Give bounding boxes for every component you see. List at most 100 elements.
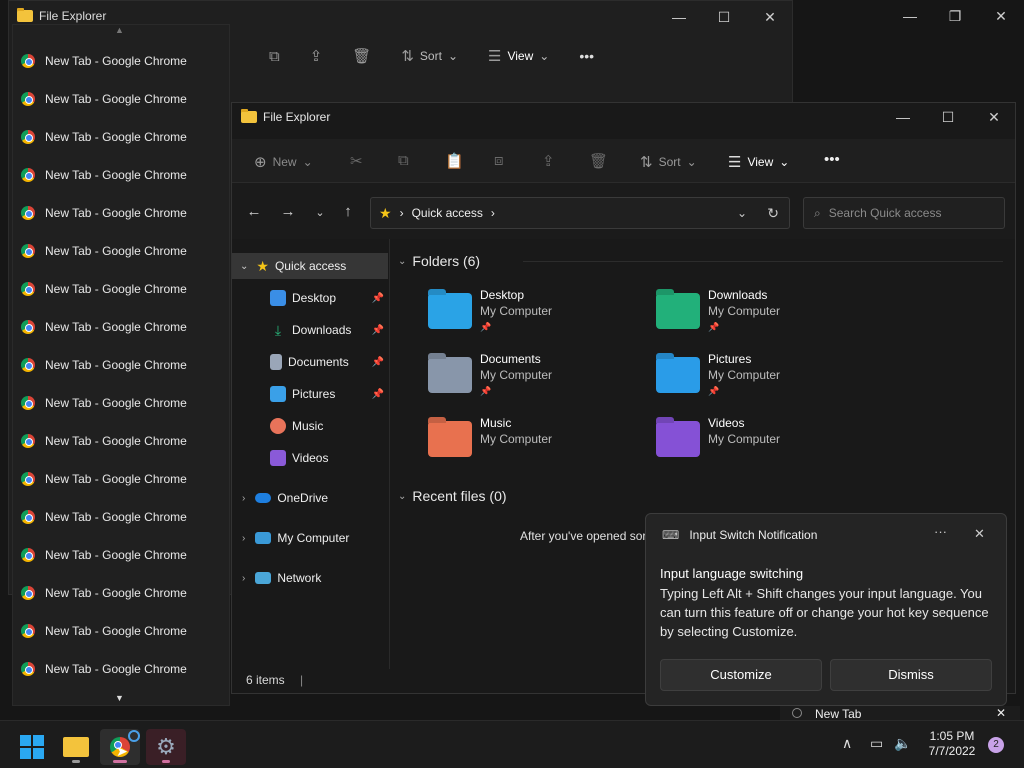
back-view-button[interactable]: ☰ View ⌄	[488, 47, 549, 65]
start-button[interactable]	[12, 729, 52, 765]
taskbar-chrome-button[interactable]: ➤	[100, 729, 140, 765]
chrome-window-item[interactable]: New Tab - Google Chrome	[21, 650, 187, 688]
back-arrow-icon[interactable]: ←	[244, 203, 264, 220]
paste-icon[interactable]: 📋	[445, 152, 464, 170]
chrome-icon	[21, 624, 35, 638]
taskbar-file-explorer-button[interactable]	[56, 729, 96, 765]
chrome-window-item[interactable]: New Tab - Google Chrome	[21, 498, 187, 536]
chrome-window-item[interactable]: New Tab - Google Chrome	[21, 574, 187, 612]
chrome-window-item[interactable]: New Tab - Google Chrome	[21, 460, 187, 498]
show-hidden-icons-icon[interactable]: ∧	[842, 735, 852, 752]
chrome-window-item[interactable]: New Tab - Google Chrome	[21, 194, 187, 232]
chrome-window-item[interactable]: New Tab - Google Chrome	[21, 612, 187, 650]
folder-tile-videos[interactable]: Videos My Computer	[656, 415, 876, 471]
recent-locations-chevron-icon[interactable]: ⌄	[310, 206, 330, 219]
rename-icon[interactable]: ⧉	[269, 48, 280, 65]
folder-tile-desktop[interactable]: Desktop My Computer 📌	[428, 287, 648, 343]
new-button[interactable]: ⊕ New ⌄	[254, 153, 313, 171]
refresh-icon[interactable]: ↻	[767, 205, 779, 222]
chrome-window-item[interactable]: New Tab - Google Chrome	[21, 422, 187, 460]
clock[interactable]: 1:05 PM 7/7/2022	[920, 729, 984, 759]
close-button[interactable]: ✕	[979, 105, 1009, 129]
bg-window-maximize-button[interactable]: ❐	[940, 4, 970, 28]
chevron-down-icon[interactable]: ⌄	[240, 261, 248, 272]
see-more-button[interactable]: •••	[824, 151, 840, 168]
sidebar-item-pictures[interactable]: Pictures 📌	[232, 381, 388, 407]
chevron-right-icon[interactable]: ›	[242, 533, 245, 544]
network-icon[interactable]: ▭	[870, 735, 883, 752]
search-box[interactable]: ⌕ Search Quick access	[803, 197, 1005, 229]
view-button[interactable]: ☰ View ⌄	[728, 153, 789, 171]
recent-files-section-header[interactable]: ⌄ Recent files (0)	[398, 488, 507, 504]
minimize-button[interactable]: —	[888, 105, 918, 129]
chrome-window-item[interactable]: New Tab - Google Chrome	[21, 536, 187, 574]
chevron-right-icon[interactable]: ›	[491, 206, 495, 220]
address-dropdown-icon[interactable]: ⌄	[737, 206, 747, 220]
sidebar-item-network[interactable]: › Network	[232, 565, 388, 591]
notification-count-badge[interactable]: 2	[988, 737, 1004, 753]
volume-icon[interactable]: 🔈	[894, 735, 911, 752]
delete-icon[interactable]: 🗑	[352, 47, 371, 65]
maximize-button[interactable]: ☐	[933, 105, 963, 129]
chevron-down-icon[interactable]: ⌄	[398, 256, 406, 267]
scroll-down-icon[interactable]: ▼	[115, 693, 124, 703]
address-location[interactable]: Quick access	[412, 206, 483, 220]
chrome-tab-close-icon[interactable]: ✕	[996, 706, 1006, 720]
chevron-right-icon[interactable]: ›	[242, 493, 245, 504]
cut-icon[interactable]: ✂	[350, 152, 363, 170]
chrome-window-item[interactable]: New Tab - Google Chrome	[21, 346, 187, 384]
bg-window-close-button[interactable]: ✕	[986, 4, 1016, 28]
dismiss-button[interactable]: Dismiss	[830, 659, 992, 691]
sidebar-item-my-computer[interactable]: › My Computer	[232, 525, 388, 551]
folder-tile-downloads[interactable]: Downloads My Computer 📌	[656, 287, 876, 343]
folder-tile-pictures[interactable]: Pictures My Computer 📌	[656, 351, 876, 407]
chevron-right-icon: ›	[399, 206, 404, 220]
chevron-down-icon[interactable]: ⌄	[398, 491, 406, 502]
taskbar-settings-button[interactable]: ⚙	[146, 729, 186, 765]
videos-folder-icon	[656, 421, 700, 457]
rename-icon[interactable]: ⧈	[494, 152, 504, 169]
chrome-window-item[interactable]: New Tab - Google Chrome	[21, 42, 187, 80]
delete-icon[interactable]: 🗑	[589, 152, 608, 170]
chrome-window-item[interactable]: New Tab - Google Chrome	[21, 156, 187, 194]
sidebar-item-onedrive[interactable]: › OneDrive	[232, 485, 388, 511]
address-bar[interactable]: ★ › Quick access › ⌄ ↻	[370, 197, 790, 229]
notification-close-icon[interactable]: ✕	[974, 526, 985, 542]
back-sort-button[interactable]: ⇅ Sort ⌄	[401, 47, 458, 65]
share-icon[interactable]: ⇪	[542, 152, 555, 170]
chrome-window-item[interactable]: New Tab - Google Chrome	[21, 118, 187, 156]
folder-tile-music[interactable]: Music My Computer	[428, 415, 648, 471]
back-maximize-button[interactable]: ☐	[709, 5, 739, 29]
back-minimize-button[interactable]: —	[664, 5, 694, 29]
chrome-window-label: New Tab - Google Chrome	[45, 92, 187, 106]
chrome-window-item[interactable]: New Tab - Google Chrome	[21, 384, 187, 422]
sort-button[interactable]: ⇅ Sort ⌄	[640, 153, 697, 171]
chrome-window-item[interactable]: New Tab - Google Chrome	[21, 308, 187, 346]
customize-button[interactable]: Customize	[660, 659, 822, 691]
sidebar-item-quick-access[interactable]: ⌄ ★ Quick access	[232, 253, 388, 279]
folder-tile-documents[interactable]: Documents My Computer 📌	[428, 351, 648, 407]
sidebar-item-downloads[interactable]: ⤓ Downloads 📌	[232, 317, 388, 343]
chrome-window-item[interactable]: New Tab - Google Chrome	[21, 80, 187, 118]
chrome-window-label: New Tab - Google Chrome	[45, 472, 187, 486]
chrome-window-item[interactable]: New Tab - Google Chrome	[21, 232, 187, 270]
forward-arrow-icon[interactable]: →	[278, 203, 298, 220]
up-arrow-icon[interactable]: ↑	[338, 203, 358, 220]
chevron-right-icon[interactable]: ›	[242, 573, 245, 584]
back-close-button[interactable]: ✕	[755, 5, 785, 29]
chrome-icon	[21, 396, 35, 410]
chrome-window-label: New Tab - Google Chrome	[45, 662, 187, 676]
sidebar-item-desktop[interactable]: Desktop 📌	[232, 285, 388, 311]
folders-section-header[interactable]: ⌄ Folders (6)	[398, 253, 1003, 269]
back-more-button[interactable]: •••	[579, 48, 594, 64]
sidebar-item-music[interactable]: Music	[232, 413, 388, 439]
sidebar-item-videos[interactable]: Videos	[232, 445, 388, 471]
chrome-icon	[21, 662, 35, 676]
notification-more-icon[interactable]: ···	[934, 524, 947, 539]
sidebar-item-documents[interactable]: Documents 📌	[232, 349, 388, 375]
chrome-window-item[interactable]: New Tab - Google Chrome	[21, 270, 187, 308]
share-icon[interactable]: ⇪	[310, 47, 323, 65]
bg-window-minimize-button[interactable]: —	[895, 4, 925, 28]
scroll-up-icon[interactable]: ▲	[115, 25, 124, 35]
copy-icon[interactable]: ⧉	[398, 152, 409, 169]
